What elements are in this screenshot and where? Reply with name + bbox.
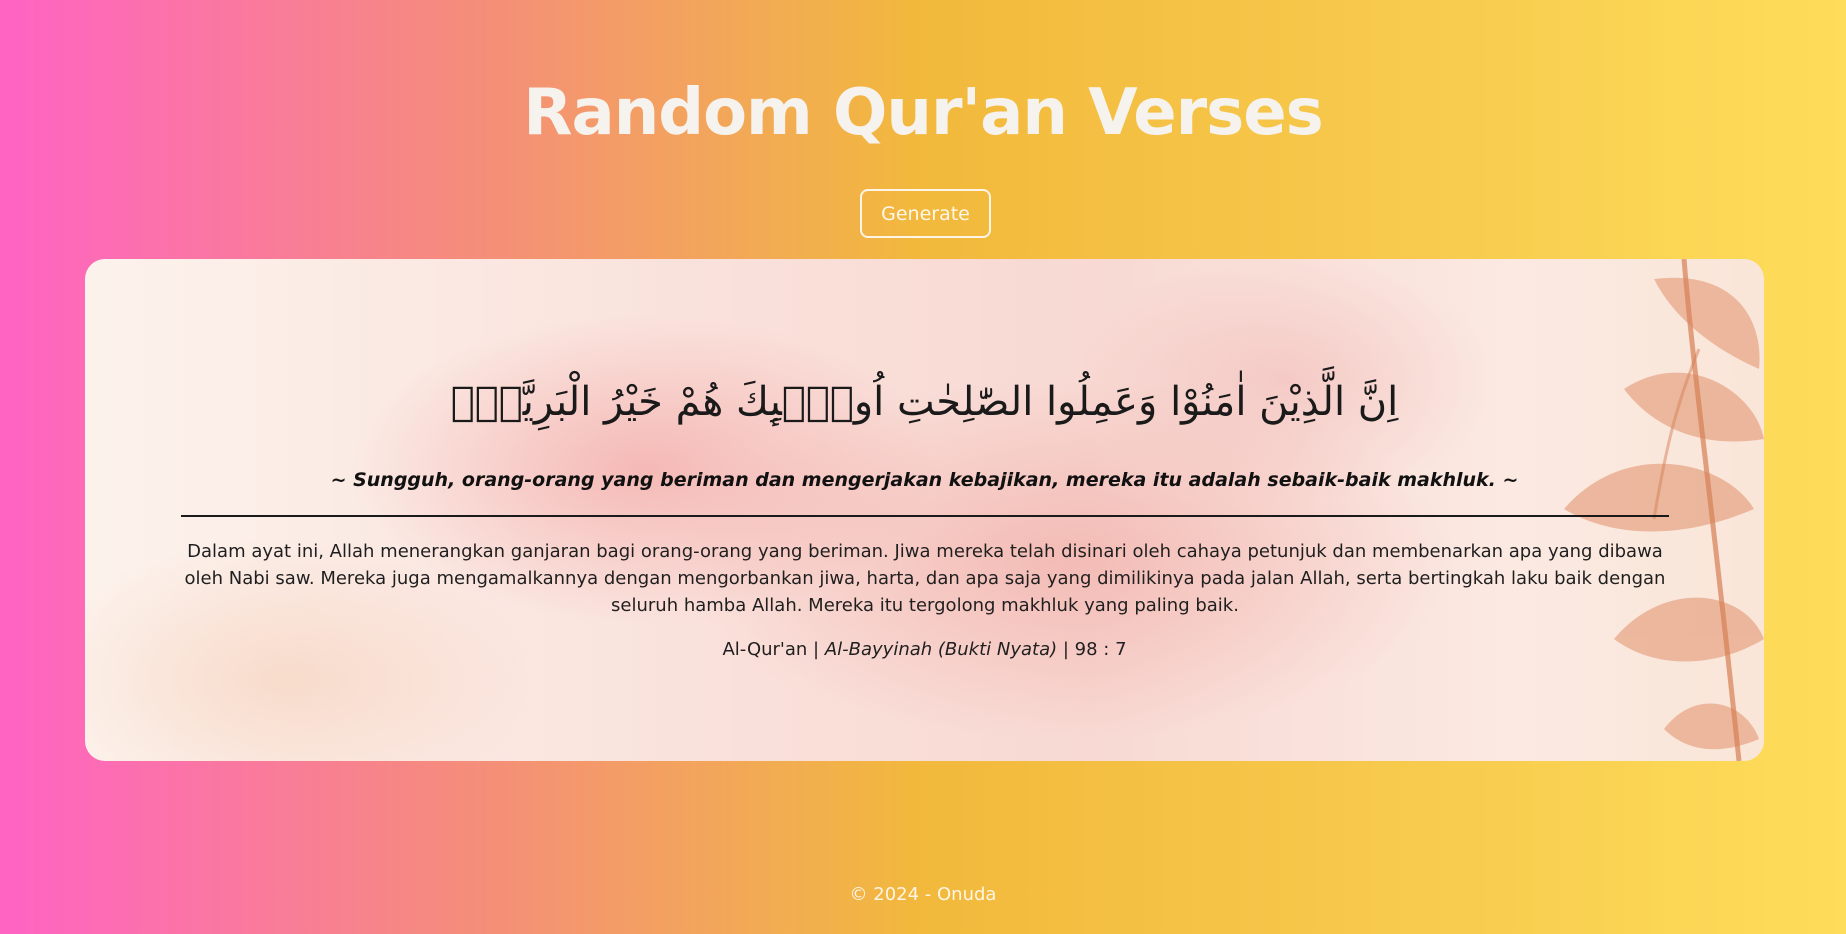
- verse-arabic: اِنَّ الَّذِيْنَ اٰمَنُوْا وَعَمِلُوا ال…: [450, 379, 1399, 425]
- reference-separator-2: |: [1057, 639, 1075, 660]
- reference-source: Al-Qur'an: [722, 639, 808, 660]
- reference-ayah: 98 : 7: [1074, 639, 1127, 660]
- divider: [181, 515, 1669, 517]
- verse-card: اِنَّ الَّذِيْنَ اٰمَنُوْا وَعَمِلُوا ال…: [85, 259, 1764, 761]
- footer-copyright: © 2024 - Onuda: [849, 884, 997, 905]
- reference-surah: Al-Bayyinah (Bukti Nyata): [824, 639, 1058, 660]
- verse-reference: Al-Qur'an | Al-Bayyinah (Bukti Nyata) | …: [85, 639, 1764, 660]
- verse-translation: ~ Sungguh, orang-orang yang beriman dan …: [330, 469, 1519, 491]
- verse-tafsir: Dalam ayat ini, Allah menerangkan ganjar…: [184, 541, 1666, 616]
- generate-button[interactable]: Generate: [860, 189, 991, 238]
- leaf-decoration-icon: [1564, 259, 1764, 761]
- reference-separator: |: [807, 639, 825, 660]
- page-title: Random Qur'an Verses: [523, 76, 1324, 150]
